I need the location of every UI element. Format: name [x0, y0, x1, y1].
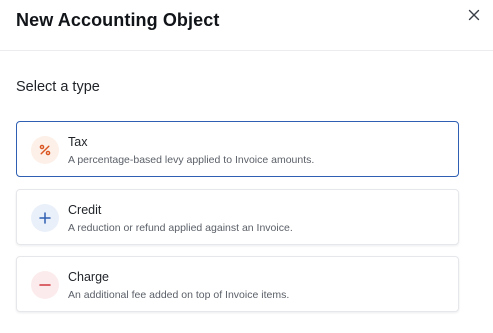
- dialog-title: New Accounting Object: [16, 10, 220, 30]
- minus-icon: [39, 284, 51, 286]
- option-description: A reduction or refund applied against an…: [68, 222, 293, 234]
- close-icon: [468, 9, 480, 21]
- option-charge[interactable]: Charge An additional fee added on top of…: [16, 256, 459, 312]
- option-title: Credit: [68, 203, 102, 217]
- minus-icon-badge: [31, 271, 59, 299]
- close-button[interactable]: [463, 4, 485, 26]
- select-type-label: Select a type: [16, 79, 100, 95]
- plus-icon-badge: [31, 204, 59, 232]
- percent-icon-badge: [31, 136, 59, 164]
- option-description: A percentage-based levy applied to Invoi…: [68, 154, 315, 166]
- option-credit[interactable]: Credit A reduction or refund applied aga…: [16, 189, 459, 245]
- option-tax[interactable]: Tax A percentage-based levy applied to I…: [16, 121, 459, 177]
- dialog-header: New Accounting Object: [0, 0, 493, 51]
- plus-icon: [39, 212, 51, 224]
- option-description: An additional fee added on top of Invoic…: [68, 289, 290, 301]
- new-accounting-object-dialog: New Accounting Object Select a type Tax …: [0, 0, 493, 333]
- option-title: Charge: [68, 270, 109, 284]
- percent-icon: [39, 144, 51, 156]
- option-title: Tax: [68, 135, 88, 149]
